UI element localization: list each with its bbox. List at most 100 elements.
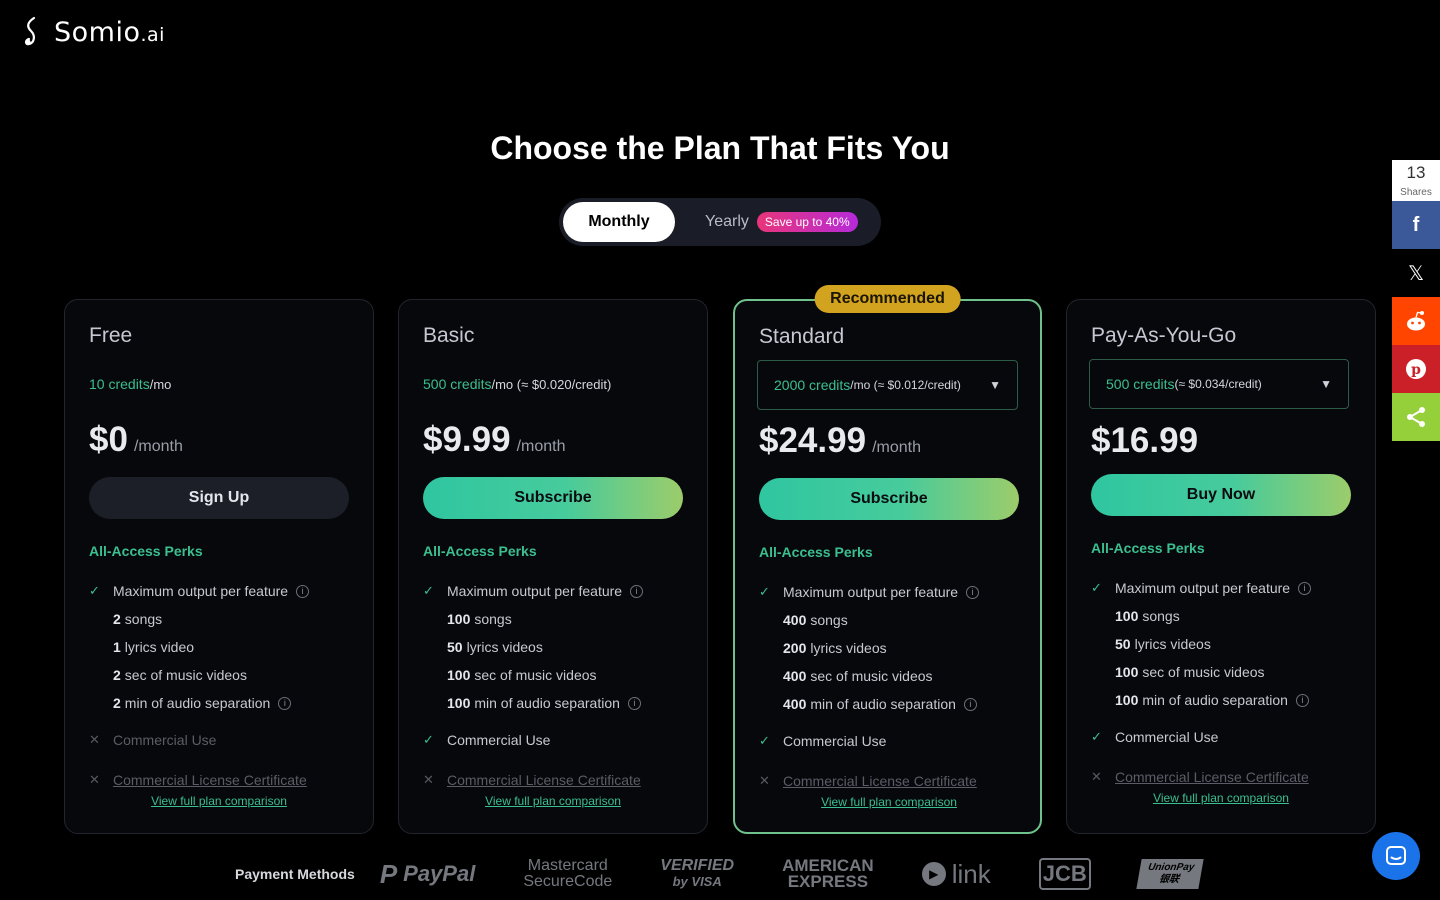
plan-credits: 500 credits/mo (≈ $0.020/credit) <box>423 376 612 392</box>
perks-title: All-Access Perks <box>1091 540 1205 556</box>
feature-item: 400 songs <box>783 612 848 628</box>
plan-name: Standard <box>759 325 845 348</box>
share-count-label: Shares <box>1400 187 1432 198</box>
feature-item: 100 songs <box>1115 608 1180 624</box>
toggle-yearly[interactable]: Yearly Save up to 40% <box>705 212 858 232</box>
perks-title: All-Access Perks <box>89 543 203 559</box>
facebook-icon: f <box>1412 213 1420 236</box>
x-share-button[interactable]: 𝕏 <box>1392 249 1440 297</box>
feature-item: ✕ Commercial License Certificate <box>759 764 1029 798</box>
license-link[interactable]: Commercial License Certificate <box>447 772 641 788</box>
paypal-logo: P PayPal <box>379 858 476 889</box>
share-bar: 13 Shares f 𝕏 p <box>1392 160 1440 441</box>
price-amount: $24.99 <box>759 421 867 460</box>
x-icon: 𝕏 <box>1407 262 1425 285</box>
feature-item: ✕ Commercial License Certificate <box>89 763 359 797</box>
check-icon: ✓ <box>759 584 770 599</box>
feature-item: ✓ Commercial Use <box>423 732 551 748</box>
feature-item: ✓ Commercial Use <box>1091 729 1219 745</box>
feature-item: 400 min of audio separation i <box>759 690 1029 718</box>
info-icon[interactable]: i <box>1298 581 1312 595</box>
jcb-logo: JCB <box>1038 858 1091 890</box>
x-icon: ✕ <box>759 773 770 788</box>
info-icon[interactable]: i <box>296 584 310 598</box>
feature-item: ✓ Maximum output per feature i <box>89 577 359 605</box>
plan-credits: 10 credits/mo <box>89 376 172 392</box>
unionpay-logo: UnionPay 银联 <box>1136 859 1204 889</box>
price-amount: $16.99 <box>1091 421 1199 460</box>
check-icon: ✓ <box>1091 729 1102 744</box>
info-icon[interactable]: i <box>630 584 644 598</box>
sign-up-button[interactable]: Sign Up <box>89 477 349 519</box>
chat-icon <box>1386 846 1406 865</box>
feature-item: 100 songs <box>447 611 512 627</box>
svg-text:p: p <box>1411 362 1421 378</box>
share-count-number: 13 <box>1406 163 1426 182</box>
feature-item: 2 sec of music videos <box>113 667 247 683</box>
check-icon: ✓ <box>759 733 770 748</box>
license-link[interactable]: Commercial License Certificate <box>783 773 977 789</box>
plan-name: Pay-As-You-Go <box>1091 324 1237 347</box>
plan-card-basic: Basic 500 credits/mo (≈ $0.020/credit) $… <box>398 299 708 834</box>
price-period: /month <box>133 438 183 455</box>
info-icon[interactable]: i <box>278 696 292 710</box>
credits-dropdown[interactable]: 500 credits (≈ $0.034/credit) ▼ <box>1089 359 1349 409</box>
check-icon: ✓ <box>423 583 434 598</box>
info-icon[interactable]: i <box>627 696 641 710</box>
buy-now-button[interactable]: Buy Now <box>1091 474 1351 516</box>
save-badge: Save up to 40% <box>756 212 858 232</box>
compare-link[interactable]: View full plan comparison <box>759 795 1019 809</box>
feature-item: 400 sec of music videos <box>783 668 933 684</box>
plan-card-free: Free 10 credits/mo $0 /month Sign Up All… <box>64 299 374 834</box>
reddit-icon <box>1407 311 1425 331</box>
verified-by-visa-logo: VERIFIED by VISA <box>660 857 735 890</box>
x-icon: ✕ <box>1091 769 1102 784</box>
feature-item: 1 lyrics video <box>113 639 195 655</box>
feature-item: 2 min of audio separation i <box>89 689 359 717</box>
sharethis-button[interactable] <box>1392 393 1440 441</box>
american-express-logo: AMERICAN EXPRESS <box>782 856 874 891</box>
info-icon[interactable]: i <box>963 697 977 711</box>
feature-item: ✓ Maximum output per feature i <box>1091 574 1361 602</box>
toggle-monthly[interactable]: Monthly <box>563 202 675 242</box>
perks-title: All-Access Perks <box>423 543 537 559</box>
feature-item: ✓ Maximum output per feature i <box>759 578 1029 606</box>
feature-item: ✕ Commercial License Certificate <box>1091 760 1361 794</box>
pinterest-share-button[interactable]: p <box>1392 345 1440 393</box>
share-icon <box>1407 407 1425 427</box>
subscribe-button[interactable]: Subscribe <box>423 477 683 519</box>
compare-link[interactable]: View full plan comparison <box>1091 791 1351 805</box>
plan-name: Basic <box>423 324 475 347</box>
info-icon[interactable]: i <box>1295 693 1309 707</box>
chat-button[interactable] <box>1372 832 1420 880</box>
price-amount: $9.99 <box>423 420 511 459</box>
reddit-share-button[interactable] <box>1392 297 1440 345</box>
subscribe-button[interactable]: Subscribe <box>759 478 1019 520</box>
price-period: /month <box>516 438 566 455</box>
feature-item: 50 lyrics videos <box>1115 636 1211 652</box>
feature-list: ✓ Maximum output per feature i 2 songs 1 lyr… <box>89 577 359 797</box>
toggle-yearly-label: Yearly <box>705 213 749 230</box>
x-icon: ✕ <box>423 772 434 787</box>
check-icon: ✓ <box>423 732 434 747</box>
plan-card-standard: Recommended Standard 2000 credits/mo (≈ … <box>733 285 1042 834</box>
feature-item: 100 sec of music videos <box>447 667 597 683</box>
feature-item: ✓ Commercial Use <box>759 733 887 749</box>
license-link[interactable]: Commercial License Certificate <box>113 772 307 788</box>
page-title: Choose the Plan That Fits You <box>490 130 950 166</box>
credits-dropdown[interactable]: 2000 credits/mo (≈ $0.012/credit) ▼ <box>757 360 1018 410</box>
compare-link[interactable]: View full plan comparison <box>423 794 683 808</box>
feature-item: 100 min of audio separation i <box>1091 686 1361 714</box>
plan-price: $0 /month <box>89 420 183 460</box>
price-amount: $0 <box>89 420 128 459</box>
info-icon[interactable]: i <box>966 585 980 599</box>
brand-name: Somio.ai <box>54 16 165 48</box>
feature-item: 200 lyrics videos <box>783 640 887 656</box>
brand-logo[interactable]: Somio.ai <box>22 16 165 48</box>
facebook-share-button[interactable]: f <box>1392 201 1440 249</box>
feature-item: 50 lyrics videos <box>447 639 543 655</box>
plan-name: Free <box>89 324 133 347</box>
compare-link[interactable]: View full plan comparison <box>89 794 349 808</box>
license-link[interactable]: Commercial License Certificate <box>1115 769 1309 785</box>
mastercard-securecode-logo: Mastercard SecureCode <box>523 857 613 890</box>
